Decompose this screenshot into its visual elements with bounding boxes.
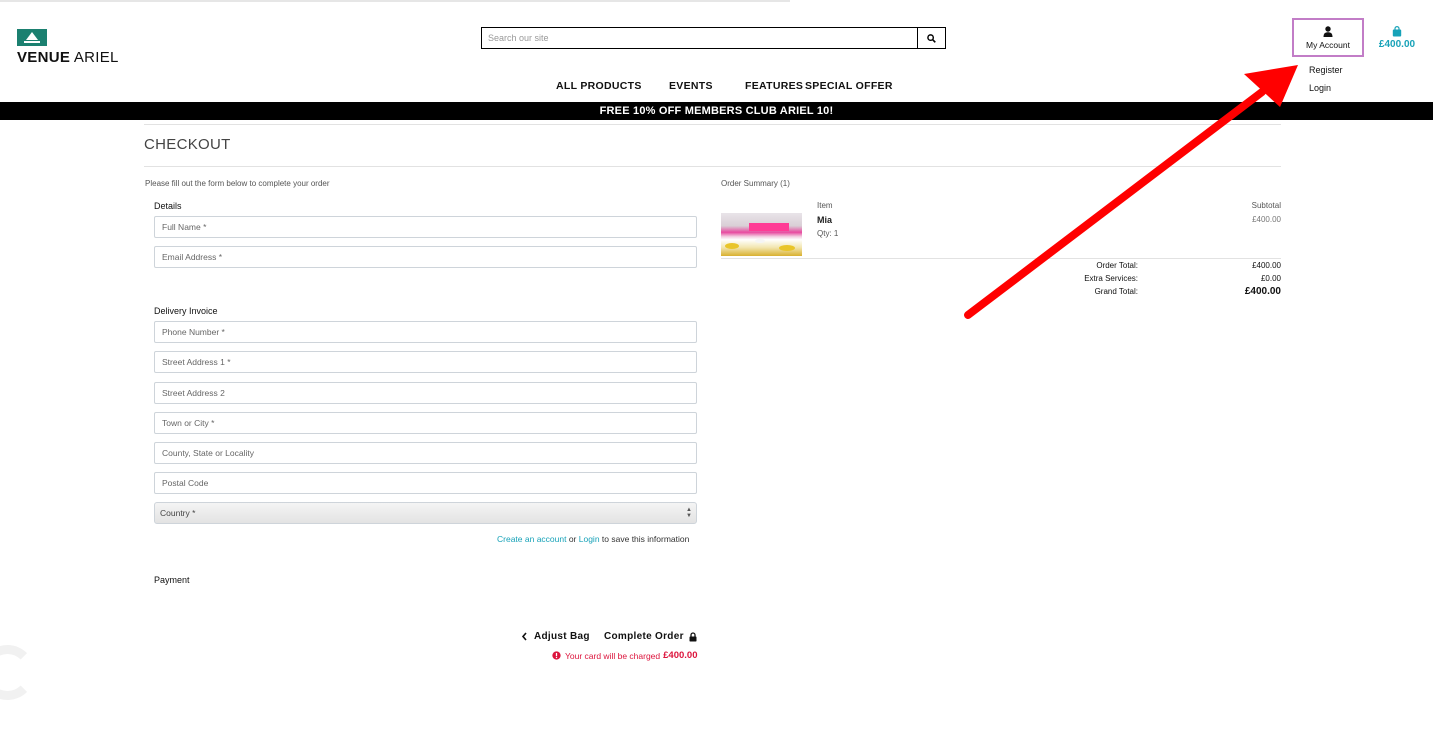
user-icon xyxy=(1323,25,1333,37)
adjust-bag-button[interactable]: Adjust Bag xyxy=(521,631,590,642)
loading-spinner-icon xyxy=(0,645,35,700)
order-total-label: Order Total: xyxy=(1096,261,1138,270)
logo-text: VENUE ARIEL xyxy=(17,49,119,66)
extra-services-label: Extra Services: xyxy=(1084,274,1138,283)
my-account-label: My Account xyxy=(1306,39,1350,50)
nav-features[interactable]: FEATURES xyxy=(745,80,803,92)
chevron-left-icon xyxy=(521,632,527,641)
order-summary-title: Order Summary (1) xyxy=(721,179,790,188)
create-account-link[interactable]: Create an account xyxy=(497,534,566,544)
search-icon xyxy=(927,33,936,43)
postal-code-field[interactable] xyxy=(154,472,697,494)
email-field[interactable] xyxy=(154,246,697,268)
nav-events[interactable]: EVENTS xyxy=(669,80,713,92)
save-info-text: Create an account or Login to save this … xyxy=(497,534,690,544)
grand-total-label: Grand Total: xyxy=(1094,287,1138,296)
item-qty: Qty: 1 xyxy=(817,229,839,238)
select-arrows-icon: ▲ ▼ xyxy=(686,507,692,519)
alert-circle-icon xyxy=(552,651,561,660)
phone-field[interactable] xyxy=(154,321,697,343)
title-divider xyxy=(144,166,1281,167)
login-link[interactable]: Login xyxy=(1309,83,1331,93)
charge-notice: Your card will be charged £400.00 xyxy=(552,650,697,661)
order-total-value: £400.00 xyxy=(1252,261,1281,270)
search-bar xyxy=(481,27,946,49)
town-city-field[interactable] xyxy=(154,412,697,434)
my-account-button[interactable]: My Account xyxy=(1292,18,1364,57)
item-name: Mia xyxy=(817,215,833,225)
search-button[interactable] xyxy=(917,28,945,48)
logo-mark-icon xyxy=(17,29,47,46)
extra-services-value: £0.00 xyxy=(1260,274,1281,283)
full-name-field[interactable] xyxy=(154,216,697,238)
nav-all-products[interactable]: ALL PRODUCTS xyxy=(556,80,642,92)
page-title: CHECKOUT xyxy=(144,136,231,153)
search-input[interactable] xyxy=(482,28,917,48)
product-thumbnail[interactable] xyxy=(721,213,802,256)
bag-amount: £400.00 xyxy=(1378,39,1416,50)
details-label: Details xyxy=(154,201,182,211)
lock-icon xyxy=(689,631,697,641)
save-info-login-link[interactable]: Login xyxy=(579,534,600,544)
country-select-value: Country * xyxy=(160,508,196,518)
summary-divider xyxy=(721,258,1281,259)
top-divider xyxy=(0,0,790,2)
complete-order-button[interactable]: Complete Order xyxy=(604,631,697,642)
country-select[interactable]: Country * ▲ ▼ xyxy=(154,502,697,524)
county-field[interactable] xyxy=(154,442,697,464)
form-intro: Please fill out the form below to comple… xyxy=(145,179,330,188)
street-address-1-field[interactable] xyxy=(154,351,697,373)
nav-special-offer[interactable]: SPECIAL OFFER xyxy=(805,80,893,92)
promo-banner: FREE 10% OFF MEMBERS CLUB ARIEL 10! xyxy=(0,102,1433,120)
summary-item-header: Item xyxy=(817,201,833,210)
delivery-label: Delivery Invoice xyxy=(154,306,218,316)
shopping-bag-icon xyxy=(1392,26,1402,37)
item-subtotal: £400.00 xyxy=(1252,215,1281,224)
street-address-2-field[interactable] xyxy=(154,382,697,404)
summary-subtotal-header: Subtotal xyxy=(1251,201,1281,210)
payment-label: Payment xyxy=(154,575,190,585)
shopping-bag-button[interactable]: £400.00 xyxy=(1376,26,1418,50)
charge-amount: £400.00 xyxy=(663,650,698,661)
register-link[interactable]: Register xyxy=(1309,65,1343,75)
site-logo[interactable]: VENUE ARIEL xyxy=(17,29,119,66)
grand-total-value: £400.00 xyxy=(1244,286,1281,297)
header-divider xyxy=(144,124,1281,125)
